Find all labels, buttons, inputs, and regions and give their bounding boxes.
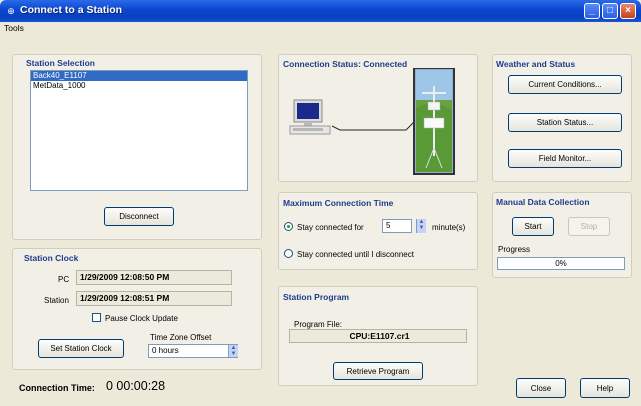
- connection-time-value: 0 00:00:28: [106, 379, 166, 393]
- station-time-field: 1/29/2009 12:08:51 PM: [76, 291, 232, 306]
- pause-clock-checkbox[interactable]: [92, 313, 101, 322]
- pause-clock-label: Pause Clock Update: [105, 314, 178, 323]
- menu-tools[interactable]: Tools: [4, 23, 24, 33]
- program-file-field: CPU:E1107.cr1: [289, 329, 467, 343]
- station-list[interactable]: Back40_E1107 MetData_1000: [30, 70, 248, 191]
- title-bar: ⊕ Connect to a Station _ □ ×: [0, 0, 641, 22]
- manual-collection-title: Manual Data Collection: [496, 197, 590, 207]
- start-button[interactable]: Start: [512, 217, 554, 236]
- close-button[interactable]: Close: [516, 378, 566, 398]
- maximize-icon[interactable]: □: [602, 3, 618, 19]
- minutes-spinner[interactable]: ▲ ▼: [416, 219, 426, 233]
- stay-until-disconnect-radio[interactable]: [284, 249, 293, 258]
- field-monitor-button[interactable]: Field Monitor...: [508, 149, 622, 168]
- progress-text: 0%: [555, 259, 567, 268]
- stay-connected-for-radio[interactable]: [284, 222, 293, 231]
- progress-label: Progress: [498, 245, 531, 254]
- window-title: Connect to a Station: [20, 4, 123, 16]
- close-icon[interactable]: ×: [620, 3, 636, 19]
- progress-bar: 0%: [497, 257, 625, 270]
- menu-bar: Tools: [0, 22, 641, 36]
- pc-time-field: 1/29/2009 12:08:50 PM: [76, 270, 232, 285]
- disconnect-button[interactable]: Disconnect: [104, 207, 174, 226]
- stop-button[interactable]: Stop: [568, 217, 610, 236]
- station-program-title: Station Program: [283, 292, 350, 302]
- station-selection-title: Station Selection: [26, 58, 95, 68]
- stay-connected-for-label: Stay connected for: [297, 223, 364, 232]
- max-connection-title: Maximum Connection Time: [283, 198, 394, 208]
- help-button[interactable]: Help: [580, 378, 630, 398]
- time-zone-label: Time Zone Offset: [150, 333, 212, 342]
- time-zone-input[interactable]: 0 hours: [148, 344, 238, 358]
- current-conditions-button[interactable]: Current Conditions...: [508, 75, 622, 94]
- minutes-unit-label: minute(s): [432, 223, 466, 232]
- app-icon: ⊕: [7, 6, 15, 16]
- connection-diagram: [289, 68, 455, 175]
- minimize-icon[interactable]: _: [584, 3, 600, 19]
- pc-label: PC: [58, 275, 70, 284]
- list-item[interactable]: MetData_1000: [31, 81, 247, 91]
- set-station-clock-button[interactable]: Set Station Clock: [38, 339, 124, 358]
- station-status-button[interactable]: Station Status...: [508, 113, 622, 132]
- list-item[interactable]: Back40_E1107: [31, 71, 247, 81]
- station-clock-title: Station Clock: [24, 253, 79, 263]
- connection-time-label: Connection Time:: [19, 383, 95, 393]
- program-file-label: Program File:: [294, 320, 343, 329]
- time-zone-spinner[interactable]: ▲ ▼: [228, 345, 238, 357]
- minutes-input[interactable]: 5: [382, 219, 412, 233]
- retrieve-program-button[interactable]: Retrieve Program: [333, 362, 423, 380]
- stay-until-disconnect-label: Stay connected until I disconnect: [297, 250, 414, 259]
- station-time-label: Station: [44, 296, 69, 305]
- weather-status-title: Weather and Status: [496, 59, 576, 69]
